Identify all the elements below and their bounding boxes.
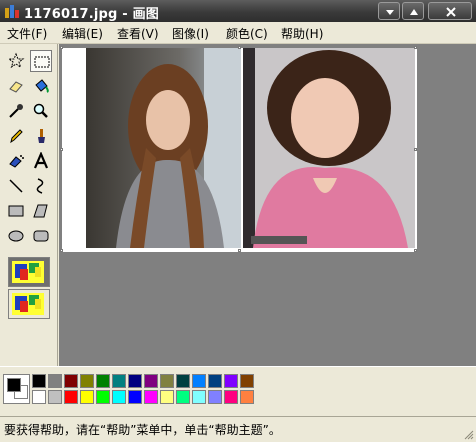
- polygon-tool[interactable]: [30, 200, 52, 222]
- palette-swatch[interactable]: [48, 390, 62, 404]
- palette-swatch[interactable]: [32, 390, 46, 404]
- title-bar[interactable]: 1176017.jpg - 画图: [0, 0, 476, 22]
- curve-icon: [36, 178, 44, 194]
- transparency-option-opaque[interactable]: [8, 257, 50, 287]
- rectangle-select-tool[interactable]: [30, 50, 52, 72]
- menu-file[interactable]: 文件(F): [7, 25, 47, 42]
- transparency-option-transparent[interactable]: [8, 289, 50, 319]
- star-select-icon: [7, 52, 25, 69]
- menu-view[interactable]: 查看(V): [117, 25, 159, 42]
- palette-swatch[interactable]: [128, 390, 142, 404]
- pencil-tool[interactable]: [5, 125, 27, 147]
- palette-swatch[interactable]: [80, 390, 94, 404]
- resize-handle[interactable]: [60, 46, 63, 49]
- brush-tool[interactable]: [30, 125, 52, 147]
- eraser-icon: [9, 81, 23, 93]
- menu-bar: 文件(F) 编辑(E) 查看(V) 图像(I) 颜色(C) 帮助(H): [0, 22, 476, 44]
- status-bar: 要获得帮助，请在“帮助”菜单中，单击“帮助主题”。: [0, 416, 476, 442]
- rounded-rectangle-tool[interactable]: [30, 225, 52, 247]
- paint-app-icon: [5, 5, 19, 18]
- palette-swatch[interactable]: [176, 390, 190, 404]
- palette-swatch[interactable]: [160, 374, 174, 388]
- fill-tool[interactable]: [30, 75, 52, 97]
- transparent-shapes-icon: [12, 293, 44, 315]
- palette-swatch[interactable]: [32, 374, 46, 388]
- palette-swatch[interactable]: [128, 374, 142, 388]
- palette-swatch[interactable]: [208, 390, 222, 404]
- airbrush-tool[interactable]: [5, 150, 27, 172]
- palette-swatch[interactable]: [112, 390, 126, 404]
- close-button[interactable]: [428, 2, 472, 20]
- eyedropper-icon: [9, 104, 23, 118]
- photo-left: [86, 48, 241, 248]
- line-icon: [9, 179, 23, 193]
- resize-handle[interactable]: [60, 148, 63, 151]
- palette-swatch[interactable]: [240, 390, 254, 404]
- palette-swatch[interactable]: [64, 390, 78, 404]
- palette-swatch[interactable]: [96, 374, 110, 388]
- current-colors[interactable]: [3, 374, 30, 404]
- palette-swatch[interactable]: [208, 374, 222, 388]
- menu-colors[interactable]: 颜色(C): [226, 25, 268, 42]
- status-text: 要获得帮助，请在“帮助”菜单中，单击“帮助主题”。: [4, 423, 281, 437]
- resize-handle[interactable]: [414, 249, 417, 252]
- photo-right: [243, 48, 415, 248]
- foreground-color-swatch[interactable]: [7, 378, 21, 392]
- pencil-icon: [10, 129, 23, 144]
- resize-handle[interactable]: [238, 46, 241, 49]
- resize-grip-icon[interactable]: [462, 428, 474, 440]
- rect-select-icon: [34, 56, 50, 68]
- palette-swatch[interactable]: [160, 390, 174, 404]
- rectangle-icon: [8, 205, 24, 217]
- drawing-workspace[interactable]: [59, 44, 476, 366]
- resize-handle[interactable]: [414, 46, 417, 49]
- text-tool[interactable]: [30, 150, 52, 172]
- palette-swatch[interactable]: [224, 374, 238, 388]
- rectangle-tool[interactable]: [5, 200, 27, 222]
- maximize-icon: [410, 9, 418, 15]
- magnifier-tool[interactable]: [30, 100, 52, 122]
- window-title: 1176017.jpg - 画图: [24, 7, 159, 22]
- palette-swatch[interactable]: [112, 374, 126, 388]
- brush-icon: [38, 129, 45, 143]
- palette-swatch[interactable]: [144, 374, 158, 388]
- magnifier-icon: [33, 103, 48, 118]
- palette-swatch[interactable]: [240, 374, 254, 388]
- line-tool[interactable]: [5, 175, 27, 197]
- palette-swatch[interactable]: [64, 374, 78, 388]
- eraser-tool[interactable]: [5, 75, 27, 97]
- rounded-rectangle-icon: [33, 230, 49, 242]
- polygon-icon: [33, 204, 48, 218]
- palette-swatch[interactable]: [192, 390, 206, 404]
- resize-handle[interactable]: [414, 148, 417, 151]
- menu-edit[interactable]: 编辑(E): [62, 25, 103, 42]
- palette-swatch[interactable]: [176, 374, 190, 388]
- palette-swatch[interactable]: [80, 374, 94, 388]
- paint-bucket-icon: [35, 79, 49, 93]
- minimize-button[interactable]: [378, 2, 400, 20]
- text-a-icon: [33, 152, 49, 169]
- palette-swatch[interactable]: [48, 374, 62, 388]
- pick-color-tool[interactable]: [5, 100, 27, 122]
- palette-swatch[interactable]: [144, 390, 158, 404]
- airbrush-icon: [9, 155, 24, 168]
- maximize-button[interactable]: [402, 2, 424, 20]
- minimize-icon: [386, 10, 394, 15]
- palette-swatch[interactable]: [224, 390, 238, 404]
- resize-handle[interactable]: [60, 249, 63, 252]
- ellipse-tool[interactable]: [5, 225, 27, 247]
- palette-swatch[interactable]: [192, 374, 206, 388]
- toolbox: [0, 44, 58, 366]
- image-canvas[interactable]: [60, 46, 417, 252]
- ellipse-icon: [8, 230, 24, 242]
- resize-handle[interactable]: [238, 249, 241, 252]
- palette-swatch[interactable]: [96, 390, 110, 404]
- opaque-shapes-icon: [12, 261, 44, 283]
- menu-help[interactable]: 帮助(H): [281, 25, 323, 42]
- free-form-select-tool[interactable]: [5, 50, 27, 72]
- menu-image[interactable]: 图像(I): [172, 25, 209, 42]
- close-icon: [446, 7, 456, 17]
- curve-tool[interactable]: [30, 175, 52, 197]
